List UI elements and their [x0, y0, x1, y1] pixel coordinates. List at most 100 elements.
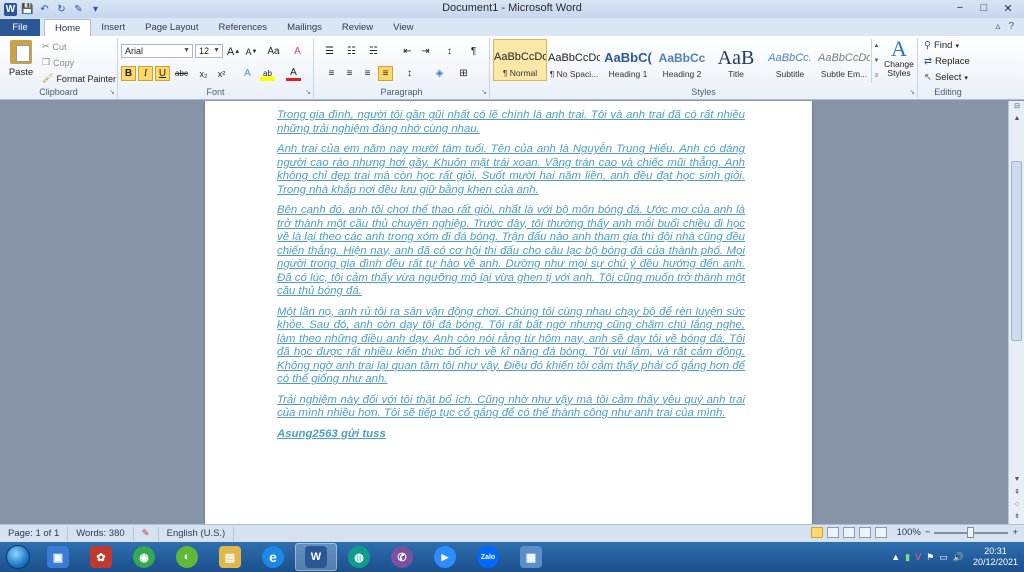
- sort-button[interactable]: ↕: [442, 44, 457, 59]
- bold-button[interactable]: B: [121, 66, 136, 81]
- network-status-icon[interactable]: ▮: [905, 552, 910, 563]
- taskbar-app-viber[interactable]: ✆: [381, 543, 423, 571]
- font-name-box[interactable]: Arial ▼: [121, 44, 193, 58]
- taskbar-app-paint[interactable]: ✿: [80, 543, 122, 571]
- paragraph-launcher-icon[interactable]: ↘: [481, 88, 487, 96]
- word-count[interactable]: Words: 380: [68, 526, 134, 541]
- redo-icon[interactable]: ↻: [55, 3, 68, 16]
- grow-font-button[interactable]: A ▲: [226, 44, 241, 59]
- decrease-indent-button[interactable]: ⇤: [400, 44, 415, 59]
- highlight-button[interactable]: ab: [260, 66, 275, 81]
- clipboard-launcher-icon[interactable]: ↘: [109, 88, 115, 96]
- help-icon[interactable]: ?: [1008, 21, 1014, 32]
- browse-object-icon[interactable]: ○: [1009, 499, 1024, 511]
- justify-button[interactable]: ≡: [378, 66, 393, 81]
- gallery-more-icon[interactable]: ≡: [875, 73, 879, 79]
- taskbar-app-chrome[interactable]: ◉: [123, 543, 165, 571]
- taskbar-clock[interactable]: 20:31 20/12/2021: [973, 546, 1018, 568]
- antivirus-icon[interactable]: V: [915, 552, 921, 562]
- format-painter-button[interactable]: 🖌 Format Painter: [42, 73, 116, 84]
- taskbar-app-edge[interactable]: ◍: [338, 543, 380, 571]
- align-right-button[interactable]: ≡: [360, 66, 375, 81]
- style-no-spacing[interactable]: AaBbCcDc ¶ No Spaci...: [547, 39, 601, 81]
- minimize-ribbon-icon[interactable]: ▵: [995, 21, 1000, 32]
- style-normal[interactable]: AaBbCcDc ¶ Normal: [493, 39, 547, 81]
- next-page-icon[interactable]: ⇟: [1009, 511, 1024, 523]
- taskbar-app-zoom[interactable]: ▶: [424, 543, 466, 571]
- page-count[interactable]: Page: 1 of 1: [0, 526, 69, 541]
- language-indicator[interactable]: English (U.S.): [159, 526, 235, 541]
- show-hidden-icons-icon[interactable]: ▲: [891, 552, 900, 562]
- signature-line[interactable]: Asung2563 gửi tuss: [277, 428, 745, 442]
- show-marks-button[interactable]: ¶: [466, 44, 481, 59]
- find-button[interactable]: ⚲ Find ▾: [924, 40, 959, 51]
- superscript-button[interactable]: x²: [214, 66, 229, 81]
- maximize-button[interactable]: □: [972, 0, 996, 16]
- display-icon[interactable]: ▭: [939, 552, 948, 563]
- style-title[interactable]: AaB Title: [709, 39, 763, 81]
- paragraph-3[interactable]: Bên cạnh đó, anh tôi chơi thể thao rất g…: [277, 204, 745, 299]
- taskbar-app-word[interactable]: W: [295, 543, 337, 571]
- style-heading-1[interactable]: AaBbC( Heading 1: [601, 39, 655, 81]
- align-center-button[interactable]: ≡: [342, 66, 357, 81]
- scrollbar-thumb[interactable]: [1011, 161, 1022, 341]
- numbering-button[interactable]: ☷: [344, 44, 359, 59]
- taskbar-app-coccoc[interactable]: ◐: [166, 543, 208, 571]
- strikethrough-button[interactable]: abc: [174, 66, 189, 81]
- style-subtitle[interactable]: AaBbCc. Subtitle: [763, 39, 817, 81]
- proofing-icon[interactable]: ✎: [134, 526, 159, 541]
- gallery-down-icon[interactable]: ▼: [874, 58, 880, 64]
- shrink-font-button[interactable]: A ▼: [244, 44, 259, 59]
- font-color-button[interactable]: A: [286, 66, 301, 81]
- clear-formatting-button[interactable]: A: [290, 44, 305, 59]
- select-button[interactable]: ↖ Select ▾: [924, 72, 968, 83]
- word-app-icon[interactable]: W: [4, 2, 17, 16]
- tab-mailings[interactable]: Mailings: [277, 19, 332, 36]
- styles-launcher-icon[interactable]: ↘: [909, 88, 915, 96]
- paragraph-5[interactable]: Trải nghiệm này đối với tôi thật bổ ích.…: [277, 394, 745, 421]
- zoom-slider-knob[interactable]: [967, 526, 975, 538]
- paragraph-4[interactable]: Một lần nọ, anh rủ tôi ra sân vận động c…: [277, 306, 745, 387]
- tab-view[interactable]: View: [383, 19, 423, 36]
- replace-button[interactable]: ⇄ Replace: [924, 56, 970, 67]
- full-screen-view-icon[interactable]: [826, 527, 839, 538]
- tab-file[interactable]: File: [0, 19, 40, 36]
- font-size-box[interactable]: 12 ▼: [195, 44, 223, 58]
- undo-icon[interactable]: ↶: [38, 3, 51, 16]
- print-layout-view-icon[interactable]: [810, 527, 823, 538]
- tab-review[interactable]: Review: [332, 19, 383, 36]
- line-spacing-button[interactable]: ↕: [402, 66, 417, 81]
- taskbar-app-file-explorer[interactable]: ▤: [209, 543, 251, 571]
- font-launcher-icon[interactable]: ↘: [305, 88, 311, 96]
- zoom-level[interactable]: 100%: [897, 527, 921, 538]
- tab-references[interactable]: References: [208, 19, 277, 36]
- borders-button[interactable]: ⊞: [456, 66, 471, 81]
- paste-button[interactable]: Paste: [6, 40, 36, 84]
- document-page[interactable]: Trong gia đình, người tôi gần gũi nhất c…: [205, 101, 812, 524]
- web-layout-view-icon[interactable]: [842, 527, 855, 538]
- copy-button[interactable]: ❐ Copy: [42, 57, 74, 68]
- italic-button[interactable]: I: [138, 66, 153, 81]
- bullets-button[interactable]: ☰: [322, 44, 337, 59]
- ruler-toggle-icon[interactable]: ⊟: [1009, 101, 1024, 113]
- style-heading-2[interactable]: AaBbCc Heading 2: [655, 39, 709, 81]
- change-case-button[interactable]: Aa: [266, 44, 281, 59]
- minimize-button[interactable]: −: [948, 0, 972, 16]
- start-button[interactable]: [0, 542, 36, 572]
- increase-indent-button[interactable]: ⇥: [418, 44, 433, 59]
- change-styles-button[interactable]: A Change Styles: [883, 38, 915, 84]
- taskbar-app-zalo[interactable]: Zalo: [467, 543, 509, 571]
- zoom-out-icon[interactable]: −: [925, 527, 931, 538]
- document-body[interactable]: Trong gia đình, người tôi gần gũi nhất c…: [277, 109, 745, 448]
- scroll-down-icon[interactable]: ▼: [1009, 474, 1024, 486]
- shading-button[interactable]: ◈: [432, 66, 447, 81]
- save-icon[interactable]: 💾: [21, 3, 34, 16]
- paragraph-2[interactable]: Anh trai của em năm nay mười tám tuổi. T…: [277, 143, 745, 197]
- draft-view-icon[interactable]: [874, 527, 887, 538]
- cut-button[interactable]: ✂ Cut: [42, 41, 67, 52]
- taskbar-app-internet-explorer[interactable]: e: [252, 543, 294, 571]
- vertical-scrollbar[interactable]: ⊟ ▲ ▼ ⇞ ○ ⇟: [1008, 101, 1024, 524]
- font-name-dropdown-icon[interactable]: ▼: [183, 45, 190, 57]
- multilevel-list-button[interactable]: ☵: [366, 44, 381, 59]
- volume-icon[interactable]: 🔊: [953, 552, 964, 563]
